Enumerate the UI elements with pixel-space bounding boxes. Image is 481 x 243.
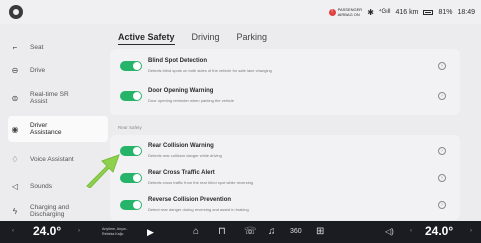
setting-desc: Door opening reminder when parking the v… xyxy=(148,98,235,103)
play-icon[interactable]: ▶ xyxy=(147,227,154,238)
setting-row-rear-cross-traffic[interactable]: Rear Cross Traffic Alert Detects cross t… xyxy=(110,164,460,194)
speaker-icon: ◁ xyxy=(11,181,19,191)
setting-desc: Detect rear danger during reversing and … xyxy=(148,207,249,212)
driver-assist-icon: ◉ xyxy=(11,124,19,134)
airbag-icon: ! xyxy=(328,8,336,16)
sidebar-item-label: Voice Assistant xyxy=(30,155,74,163)
setting-desc: Detects rear collision danger while driv… xyxy=(148,153,222,158)
status-indicators: ! PASSENGER AIRBAG ON ✱ ⁴Gıll 416 km 81%… xyxy=(328,0,475,24)
voice-icon: ♢ xyxy=(11,154,19,164)
door-opening-toggle[interactable] xyxy=(120,91,142,101)
setting-row-blind-spot[interactable]: Blind Spot Detection Detects blind spots… xyxy=(110,52,460,82)
pointer-arrow-icon xyxy=(86,154,120,188)
sidebar-item-drive[interactable]: ⊖ Drive xyxy=(8,57,108,83)
sidebar-item-label: Drive xyxy=(30,66,46,74)
info-icon[interactable]: › xyxy=(438,62,446,70)
setting-row-reverse-collision[interactable]: Reverse Collision Prevention Detect rear… xyxy=(110,191,460,221)
setting-desc: Detects blind spots on both sides of the… xyxy=(148,68,272,73)
car-icon: ⊜ xyxy=(11,93,19,103)
tab-parking[interactable]: Parking xyxy=(237,32,268,42)
tab-active-safety[interactable]: Active Safety xyxy=(118,32,175,45)
setting-title: Door Opening Warning xyxy=(148,88,214,94)
sidebar-item-label: Charging and Discharging xyxy=(30,204,70,218)
info-icon[interactable]: › xyxy=(438,147,446,155)
temp-left[interactable]: 24.0° xyxy=(33,224,61,238)
tab-driving[interactable]: Driving xyxy=(192,32,220,42)
info-icon[interactable]: › xyxy=(438,92,446,100)
signal-indicator: ⁴Gıll xyxy=(378,9,391,15)
music-icon[interactable]: ♫ xyxy=(268,226,276,237)
apps-grid-icon[interactable]: ⊞ xyxy=(316,226,324,237)
sidebar-item-label: Sounds xyxy=(30,182,53,190)
battery-percent: 81% xyxy=(438,8,453,16)
airbag-status: ! PASSENGER AIRBAG ON xyxy=(328,7,362,17)
setting-row-rear-collision[interactable]: Rear Collision Warning Detects rear coll… xyxy=(110,137,460,167)
temp-left-decrease-icon[interactable]: ‹ xyxy=(12,228,14,234)
bluetooth-icon: ✱ xyxy=(367,7,374,17)
airbag-line2: AIRBAG ON xyxy=(337,12,360,17)
volume-icon[interactable]: ◁) xyxy=(385,227,394,236)
battery-icon xyxy=(423,9,434,15)
setting-title: Rear Cross Traffic Alert xyxy=(148,170,215,176)
temp-right[interactable]: 24.0° xyxy=(425,224,453,238)
status-bar: ! PASSENGER AIRBAG ON ✱ ⁴Gıll 416 km 81%… xyxy=(0,0,481,24)
reverse-collision-toggle[interactable] xyxy=(120,200,142,210)
sidebar-item-driver-assistance[interactable]: ◉ Driver Assistance xyxy=(8,116,108,142)
seat-icon: ⌐ xyxy=(12,42,18,52)
settings-card-top: Blind Spot Detection Detects blind spots… xyxy=(110,49,460,115)
sidebar-item-label: Seat xyxy=(30,43,44,51)
steering-wheel-icon: ⊖ xyxy=(11,65,19,75)
setting-desc: Detects cross traffic from the rear blin… xyxy=(148,180,254,185)
range-text: 416 km xyxy=(395,8,419,16)
temp-left-increase-icon[interactable]: › xyxy=(78,228,80,234)
sidebar-item-real-time-sr-assist[interactable]: ⊜ Real-time SR Assist xyxy=(8,85,108,111)
home-icon[interactable]: ⌂ xyxy=(193,226,199,237)
clock: 18:49 xyxy=(457,8,475,16)
setting-title: Rear Collision Warning xyxy=(148,143,214,149)
temp-right-decrease-icon[interactable]: ‹ xyxy=(410,228,412,234)
phone-icon[interactable]: ☏ xyxy=(244,226,257,237)
setting-title: Blind Spot Detection xyxy=(148,58,207,64)
camera-360-icon[interactable]: 360 xyxy=(290,228,302,235)
charging-icon: ϟ xyxy=(12,206,18,216)
song-artist: Rebeka Kaljo xyxy=(102,231,124,236)
section-label-rear-safety: Rear Safety xyxy=(118,125,142,130)
tab-bar: Active Safety Driving Parking xyxy=(118,32,268,45)
info-icon[interactable]: › xyxy=(438,201,446,209)
temp-right-increase-icon[interactable]: › xyxy=(470,228,472,234)
main-panel: Active Safety Driving Parking Blind Spot… xyxy=(110,24,481,220)
sidebar-item-label: Real-time SR Assist xyxy=(30,91,69,105)
settings-card-rear: Rear Collision Warning Detects rear coll… xyxy=(110,135,460,220)
setting-row-door-opening[interactable]: Door Opening Warning Door opening remind… xyxy=(110,82,460,112)
car-icon[interactable]: ⊓ xyxy=(218,226,226,237)
bottom-dock: ‹ 24.0° › Anytime, Anyw... Rebeka Kaljo … xyxy=(0,221,481,243)
sidebar: ⌐ Seat ⊖ Drive ⊜ Real-time SR Assist ◉ D… xyxy=(0,24,108,220)
now-playing[interactable]: Anytime, Anyw... Rebeka Kaljo xyxy=(102,227,128,236)
sidebar-item-label: Driver Assistance xyxy=(30,122,62,136)
info-icon[interactable]: › xyxy=(438,174,446,182)
brand-logo-icon xyxy=(9,5,23,19)
song-title: Anytime, Anyw... xyxy=(102,227,129,231)
setting-title: Reverse Collision Prevention xyxy=(148,197,232,203)
blind-spot-toggle[interactable] xyxy=(120,61,142,71)
